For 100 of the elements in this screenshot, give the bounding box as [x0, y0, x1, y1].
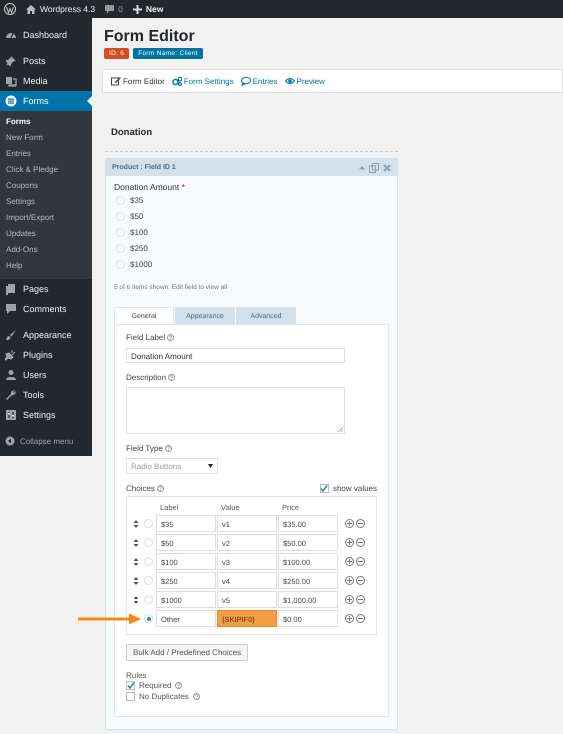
pages-icon — [5, 283, 17, 295]
rules-label: Rules — [126, 671, 148, 680]
menu-item[interactable]: Comments — [0, 299, 92, 319]
add-icon[interactable] — [345, 595, 354, 604]
radio-button[interactable] — [144, 557, 153, 566]
checkbox[interactable] — [320, 484, 329, 493]
toolbar-link[interactable]: Form Editor — [111, 76, 165, 86]
menu-item[interactable]: Settings — [0, 405, 92, 425]
checkmark-icon — [320, 485, 328, 492]
remove-icon[interactable] — [356, 595, 365, 604]
option-label: $50 — [130, 212, 144, 220]
help-icon — [156, 485, 164, 492]
comment-icon[interactable] — [105, 4, 114, 14]
checkbox-label: Required — [139, 681, 172, 690]
add-icon[interactable] — [345, 614, 354, 623]
submenu-item[interactable]: Coupons — [0, 178, 92, 194]
dropdown-caret-icon — [208, 464, 213, 468]
bulk-add-button[interactable]: Bulk Add / Predefined Choices — [126, 644, 248, 661]
option-label: $1000 — [130, 260, 152, 268]
help-icon — [164, 445, 172, 452]
comment-icon — [5, 303, 17, 315]
radio-button[interactable] — [144, 614, 153, 623]
menu-item[interactable]: Appearance — [0, 325, 92, 345]
menu-item[interactable]: Pages — [0, 279, 92, 299]
submenu-item[interactable]: Settings — [0, 194, 92, 210]
checkbox-label: show values — [332, 484, 377, 493]
brush-icon — [5, 329, 17, 341]
radio-button[interactable] — [144, 519, 153, 528]
radio-button[interactable] — [116, 212, 125, 220]
menu-item[interactable]: Media — [0, 71, 92, 91]
radio-button[interactable] — [144, 538, 153, 547]
checkbox[interactable] — [126, 692, 135, 701]
remove-icon[interactable] — [356, 538, 365, 547]
site-name-link[interactable]: Wordpress 4.3 — [40, 4, 96, 14]
submenu-item[interactable]: New Form — [0, 130, 92, 146]
add-icon[interactable] — [345, 538, 354, 547]
setting-label: Field Type — [126, 444, 163, 453]
sort-handle-icon[interactable] — [133, 576, 139, 584]
sort-handle-icon[interactable] — [133, 538, 139, 546]
toolbar-link[interactable]: Entries — [240, 76, 278, 86]
plus-icon[interactable] — [132, 4, 142, 14]
new-link[interactable]: New — [146, 4, 164, 14]
input-field[interactable]: Donation Amount — [126, 348, 345, 363]
add-icon[interactable] — [345, 557, 354, 566]
add-icon[interactable] — [345, 519, 354, 528]
edit-icon — [111, 76, 121, 86]
sort-handle-icon[interactable] — [133, 558, 139, 566]
submenu-item[interactable]: Updates — [0, 226, 92, 242]
comment-count[interactable]: 0 — [118, 4, 123, 14]
page-title: Form Editor — [104, 27, 196, 47]
setting-label: Choices — [126, 484, 155, 493]
eye-icon — [284, 76, 294, 86]
option-label: $250 — [130, 244, 148, 252]
help-icon — [167, 334, 174, 341]
radio-button[interactable] — [144, 595, 153, 604]
remove-icon[interactable] — [356, 557, 365, 566]
collapse-menu-button[interactable]: Collapse menu — [0, 431, 92, 451]
menu-item[interactable]: Plugins — [0, 345, 92, 365]
submenu-item[interactable]: Click & Pledge — [0, 162, 92, 178]
toolbar-link[interactable]: Preview — [284, 76, 325, 86]
remove-icon[interactable] — [356, 519, 365, 528]
submenu-item[interactable]: Add-Ons — [0, 242, 92, 258]
collapse-icon — [5, 436, 15, 446]
gears-icon — [172, 76, 182, 86]
menu-item[interactable]: Forms — [0, 91, 92, 111]
form-title: Donation — [111, 127, 154, 138]
setting-label: Field Label — [126, 333, 166, 342]
submenu-item[interactable]: Entries — [0, 146, 92, 162]
pin-icon — [5, 55, 17, 67]
submenu-item[interactable]: Help — [0, 258, 92, 274]
wordpress-logo-icon[interactable] — [4, 3, 16, 15]
checkmark-icon — [126, 682, 134, 689]
radio-button[interactable] — [116, 260, 125, 268]
radio-button[interactable] — [116, 244, 125, 252]
radio-button[interactable] — [116, 228, 125, 236]
checkbox[interactable] — [126, 681, 135, 690]
remove-icon[interactable] — [356, 614, 365, 623]
menu-item[interactable]: Dashboard — [0, 25, 92, 45]
settings-icon — [5, 409, 17, 421]
checkbox-label: No Duplicates — [139, 692, 189, 701]
speech-bubble-icon — [240, 76, 251, 86]
radio-button[interactable] — [116, 196, 125, 204]
menu-item[interactable]: Posts — [0, 51, 92, 71]
option-label: $100 — [130, 228, 148, 236]
submenu-item[interactable]: Forms — [0, 114, 92, 130]
resize-grip-icon — [338, 427, 343, 432]
add-icon[interactable] — [345, 576, 354, 585]
menu-item[interactable]: Users — [0, 365, 92, 385]
menu-item[interactable]: Tools — [0, 385, 92, 405]
wrench-icon — [5, 389, 17, 401]
submenu-item[interactable]: Import/Export — [0, 210, 92, 226]
help-icon — [168, 374, 176, 381]
forms-icon — [5, 95, 17, 107]
field-label: Donation Amount * — [114, 182, 186, 192]
sort-handle-icon[interactable] — [133, 520, 139, 528]
sort-handle-icon[interactable] — [133, 596, 139, 604]
toolbar-link[interactable]: Form Settings — [172, 76, 234, 86]
home-icon[interactable] — [26, 4, 36, 14]
radio-button[interactable] — [144, 576, 153, 585]
remove-icon[interactable] — [356, 576, 365, 585]
